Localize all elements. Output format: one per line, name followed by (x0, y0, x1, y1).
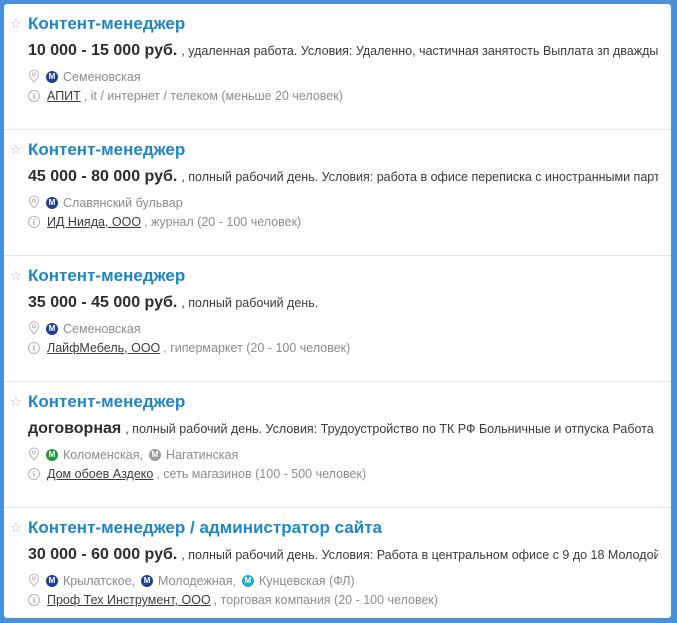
metro-icon: M (46, 71, 58, 83)
metro-station: M Нагатинская (149, 448, 238, 462)
metro-station-name: Крылатское (63, 574, 132, 588)
metro-icon: M (46, 575, 58, 587)
metro-station-name: Коломенская (63, 448, 140, 462)
star-icon[interactable]: ☆ (10, 521, 24, 535)
metro-stations: M Коломенская, M Нагатинская (46, 446, 244, 462)
info-icon: i (28, 90, 40, 102)
vacancy-title-link[interactable]: Контент-менеджер (28, 140, 185, 160)
vacancy-details: , полный рабочий день. (181, 296, 319, 310)
vacancy-details: , полный рабочий день. Условия: Работа в… (181, 548, 658, 562)
company-description: , гипермаркет (20 - 100 человек) (163, 341, 351, 355)
metro-stations: M Славянский бульвар (46, 194, 189, 210)
metro-station: M Кунцевская (ФЛ) (241, 574, 355, 588)
vacancy-item: ☆ Контент-менеджер 10 000 - 15 000 руб.,… (4, 4, 671, 130)
info-icon: i (28, 216, 40, 228)
metro-station-name: Кунцевская (ФЛ) (258, 574, 355, 588)
star-icon[interactable]: ☆ (10, 143, 24, 157)
location-pin-icon (28, 447, 40, 461)
metro-station-name: Семеновская (63, 70, 141, 84)
salary: 35 000 - 45 000 руб. (28, 294, 178, 311)
metro-stations: M Семеновская (46, 68, 147, 84)
vacancy-details: , полный рабочий день. Условия: работа в… (181, 170, 658, 184)
metro-station-name: Семеновская (63, 322, 141, 336)
star-icon[interactable]: ☆ (10, 269, 24, 283)
company-line: i Дом обоев Аздеко , сеть магазинов (100… (28, 467, 366, 481)
salary-line: 35 000 - 45 000 руб., полный рабочий ден… (28, 294, 658, 312)
company-link[interactable]: ЛайфМебель, ООО (47, 341, 160, 355)
location-pin-icon (28, 321, 40, 335)
metro-line: M Семеновская (28, 320, 147, 336)
vacancy-list: ☆ Контент-менеджер 10 000 - 15 000 руб.,… (4, 4, 671, 618)
vacancy-item: ☆ Контент-менеджер договорная, полный ра… (4, 382, 671, 508)
location-pin-icon (28, 69, 40, 83)
company-link[interactable]: ИД Нияда, ООО (47, 215, 141, 229)
metro-separator: , (232, 574, 236, 588)
vacancy-title-link[interactable]: Контент-менеджер (28, 14, 185, 34)
metro-station: M Славянский бульвар (46, 196, 183, 210)
metro-station: M Семеновская (46, 70, 141, 84)
info-icon: i (28, 594, 40, 606)
metro-station: M Крылатское, (46, 574, 135, 588)
metro-line: M Семеновская (28, 68, 147, 84)
vacancy-title-link[interactable]: Контент-менеджер (28, 266, 185, 286)
metro-line: M Коломенская, M Нагатинская (28, 446, 244, 462)
metro-icon: M (141, 575, 154, 587)
company-description: , сеть магазинов (100 - 500 человек) (156, 467, 367, 481)
company-link[interactable]: Дом обоев Аздеко (47, 467, 153, 481)
vacancy-title-link[interactable]: Контент-менеджер (28, 392, 185, 412)
metro-station-name: Славянский бульвар (63, 196, 183, 210)
metro-separator: , (131, 574, 136, 588)
vacancy-item: ☆ Контент-менеджер 35 000 - 45 000 руб.,… (4, 256, 671, 382)
star-icon[interactable]: ☆ (10, 395, 24, 409)
salary-line: договорная, полный рабочий день. Условия… (28, 420, 658, 438)
company-link[interactable]: АПИТ (47, 89, 81, 103)
salary: договорная (28, 420, 122, 437)
location-pin-icon (28, 195, 40, 209)
metro-icon: M (46, 197, 58, 209)
salary-line: 10 000 - 15 000 руб., удаленная работа. … (28, 42, 658, 60)
metro-separator: , (139, 448, 143, 462)
vacancy-details: , удаленная работа. Условия: Удаленно, ч… (181, 44, 658, 58)
company-link[interactable]: Проф Тех Инструмент, ООО (47, 593, 211, 607)
metro-stations: M Семеновская (46, 320, 147, 336)
company-description: , it / интернет / телеком (меньше 20 чел… (83, 89, 343, 103)
salary: 10 000 - 15 000 руб. (28, 42, 178, 59)
company-line: i ИД Нияда, ООО , журнал (20 - 100 челов… (28, 215, 301, 229)
metro-line: M Крылатское, M Молодежная, M Кунцевская (ФЛ) (28, 572, 361, 588)
metro-line: M Славянский бульвар (28, 194, 189, 210)
metro-station: M Молодежная, (141, 574, 236, 588)
location-pin-icon (28, 573, 40, 587)
salary-line: 45 000 - 80 000 руб., полный рабочий ден… (28, 168, 658, 186)
company-description: , журнал (20 - 100 человек) (144, 215, 302, 229)
metro-icon: M (46, 449, 58, 461)
salary-line: 30 000 - 60 000 руб., полный рабочий ден… (28, 546, 658, 564)
metro-icon: M (46, 323, 58, 335)
vacancy-item: ☆ Контент-менеджер 45 000 - 80 000 руб.,… (4, 130, 671, 256)
company-line: i Проф Тех Инструмент, ООО , торговая ко… (28, 593, 438, 607)
metro-station-name: Нагатинская (166, 448, 239, 462)
metro-icon: M (241, 575, 254, 587)
company-description: , торговая компания (20 - 100 человек) (213, 593, 439, 607)
company-line: i АПИТ , it / интернет / телеком (меньше… (28, 89, 343, 103)
vacancy-details: , полный рабочий день. Условия: Трудоуст… (125, 422, 658, 436)
star-icon[interactable]: ☆ (10, 17, 24, 31)
vacancy-title-link[interactable]: Контент-менеджер / администратор сайта (28, 518, 382, 538)
metro-station: M Коломенская, (46, 448, 143, 462)
vacancy-item: ☆ Контент-менеджер / администратор сайта… (4, 508, 671, 618)
metro-station: M Семеновская (46, 322, 141, 336)
metro-stations: M Крылатское, M Молодежная, M Кунцевская (ФЛ) (46, 572, 361, 588)
info-icon: i (28, 342, 40, 354)
metro-icon: M (149, 449, 161, 461)
company-line: i ЛайфМебель, ООО , гипермаркет (20 - 10… (28, 341, 350, 355)
metro-station-name: Молодежная (158, 574, 233, 588)
info-icon: i (28, 468, 40, 480)
salary: 30 000 - 60 000 руб. (28, 546, 178, 563)
salary: 45 000 - 80 000 руб. (28, 168, 178, 185)
